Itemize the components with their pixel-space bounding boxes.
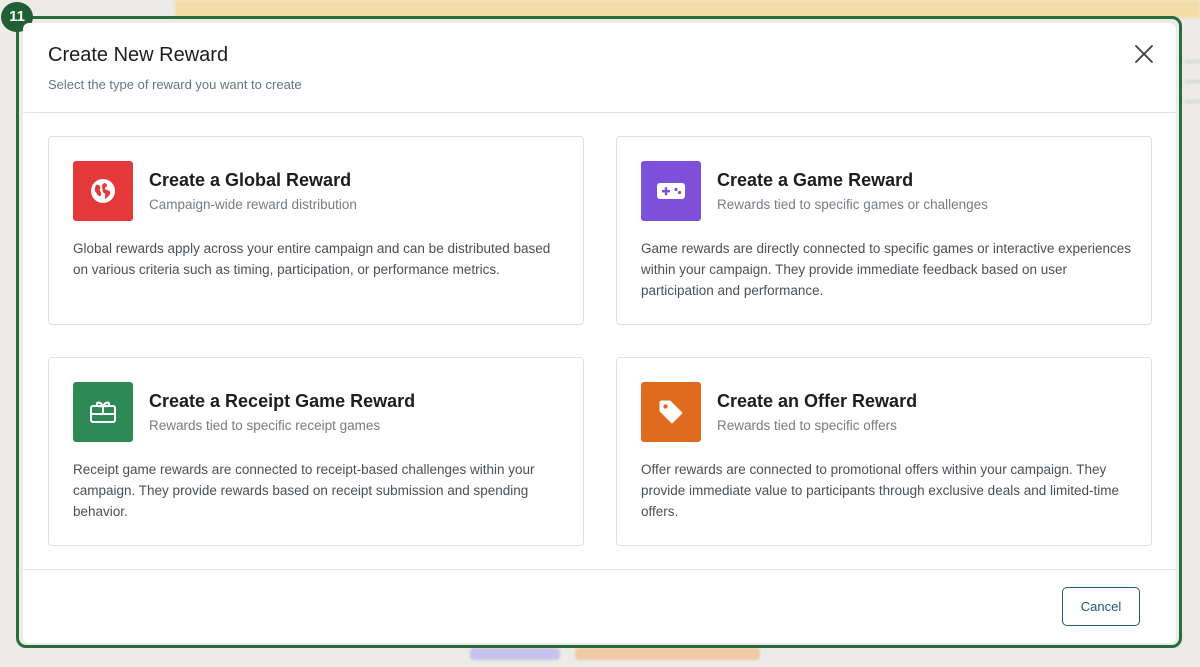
- card-title: Create a Game Reward: [717, 170, 914, 190]
- receipt-game-reward-card[interactable]: Create a Receipt Game Reward Rewards tie…: [48, 357, 584, 546]
- card-subtitle: Rewards tied to specific offers: [717, 418, 897, 433]
- card-subtitle: Rewards tied to specific games or challe…: [717, 197, 988, 212]
- dialog-title: Create New Reward: [48, 44, 229, 66]
- dialog-subtitle: Select the type of reward you want to cr…: [48, 77, 302, 92]
- game-reward-card[interactable]: Create a Game Reward Rewards tied to spe…: [616, 136, 1152, 325]
- global-reward-card[interactable]: Create a Global Reward Campaign-wide rew…: [48, 136, 584, 325]
- dialog-footer: Cancel: [23, 569, 1176, 644]
- background-pill: [575, 648, 760, 660]
- background-text: [1185, 60, 1200, 120]
- gift-card-icon: [90, 401, 116, 423]
- background-pill: [470, 648, 560, 660]
- card-title: Create an Offer Reward: [717, 391, 918, 411]
- global-reward-icon-tile: [73, 161, 133, 221]
- card-description: Offer rewards are connected to promotion…: [641, 462, 1119, 519]
- offer-reward-card[interactable]: Create an Offer Reward Rewards tied to s…: [616, 357, 1152, 546]
- gamepad-icon: [657, 183, 685, 199]
- close-button[interactable]: [1130, 40, 1158, 68]
- globe-icon: [91, 179, 115, 203]
- close-icon: [1135, 45, 1153, 63]
- card-description: Game rewards are directly connected to s…: [641, 241, 1131, 298]
- card-title: Create a Global Reward: [149, 170, 352, 190]
- card-subtitle: Campaign-wide reward distribution: [149, 197, 357, 212]
- card-title: Create a Receipt Game Reward: [149, 391, 416, 411]
- receipt-game-reward-icon-tile: [73, 382, 133, 442]
- tag-icon: [659, 400, 683, 424]
- offer-reward-icon-tile: [641, 382, 701, 442]
- card-description: Global rewards apply across your entire …: [73, 241, 551, 277]
- create-reward-dialog: Create New Reward Select the type of rew…: [23, 23, 1176, 643]
- card-description: Receipt game rewards are connected to re…: [73, 462, 535, 519]
- card-subtitle: Rewards tied to specific receipt games: [149, 418, 381, 433]
- cancel-button[interactable]: Cancel: [1062, 587, 1140, 626]
- dialog-header: Create New Reward Select the type of rew…: [23, 23, 1176, 113]
- game-reward-icon-tile: [641, 161, 701, 221]
